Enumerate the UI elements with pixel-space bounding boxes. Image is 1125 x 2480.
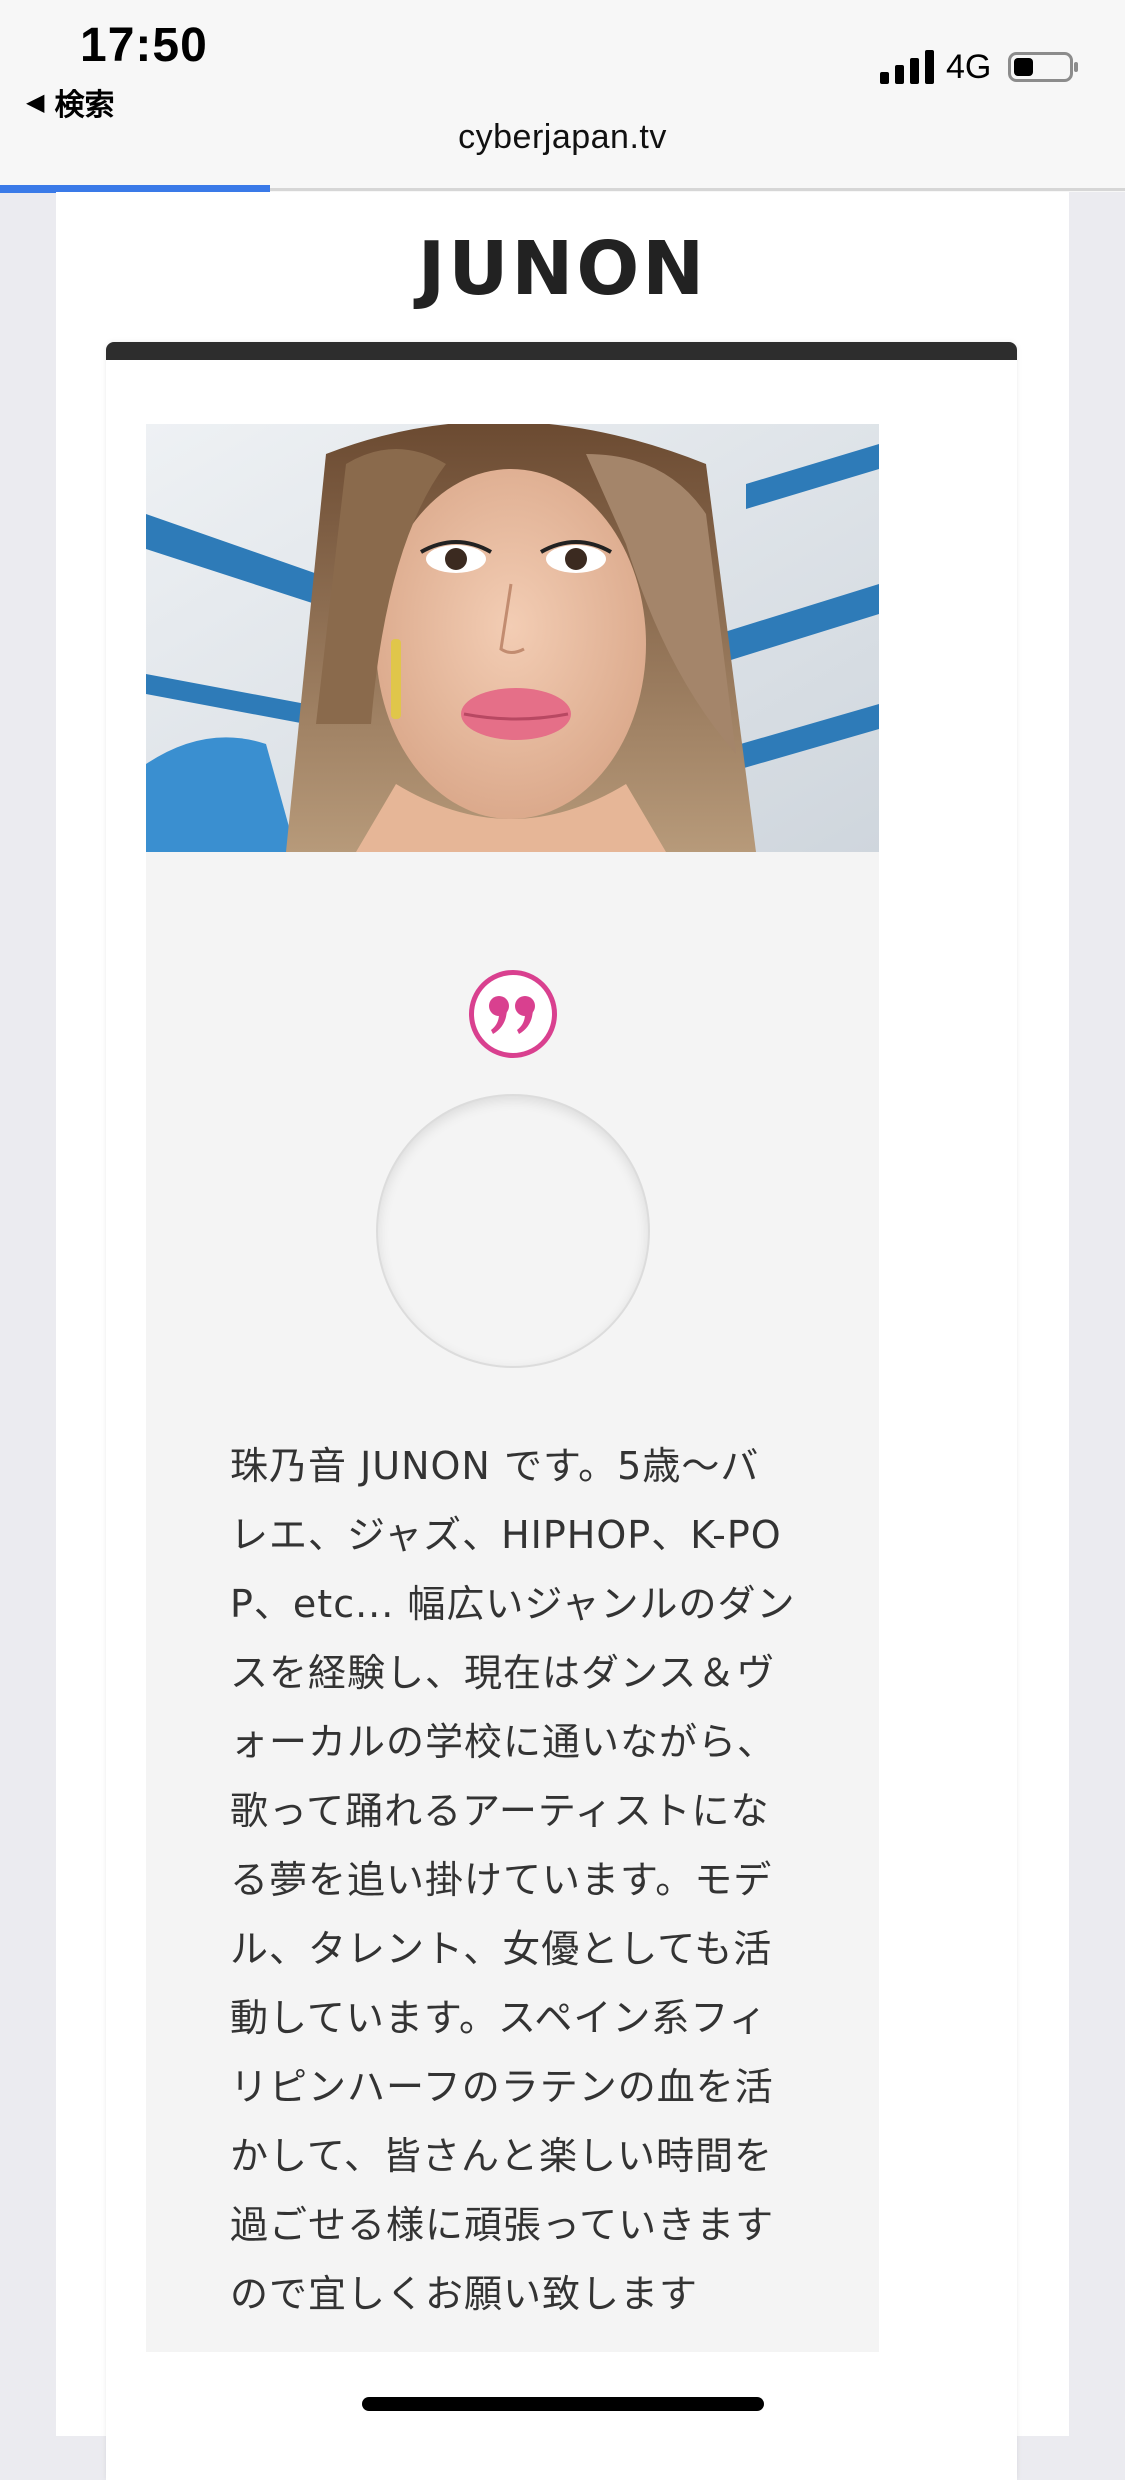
avatar-placeholder: [378, 1096, 648, 1366]
back-triangle-icon: ◀: [26, 88, 45, 116]
quote-mark-icon: [469, 970, 557, 1058]
browser-chrome: 17:50 ◀ 検索 4G cyberjapan.tv: [0, 0, 1125, 193]
profile-bio: 珠乃音 JUNON です。5歳〜バレエ、ジャズ、HIPHOP、K-POP、etc…: [230, 1444, 796, 2316]
page-title: JUNON: [417, 226, 708, 312]
address-bar-url[interactable]: cyberjapan.tv: [0, 118, 1125, 157]
page-load-progress: [0, 185, 1125, 193]
battery-icon: [1008, 52, 1078, 82]
network-type: 4G: [946, 48, 992, 86]
page-content: JUNON 珠乃音 JUNON です。5歳〜バレエ、ジャズ、HIPHOP、K-P…: [56, 192, 1069, 2480]
home-indicator[interactable]: [362, 2397, 764, 2411]
cellular-signal-icon: [880, 50, 934, 84]
status-time: 17:50: [80, 19, 208, 72]
profile-photo: [146, 424, 879, 852]
